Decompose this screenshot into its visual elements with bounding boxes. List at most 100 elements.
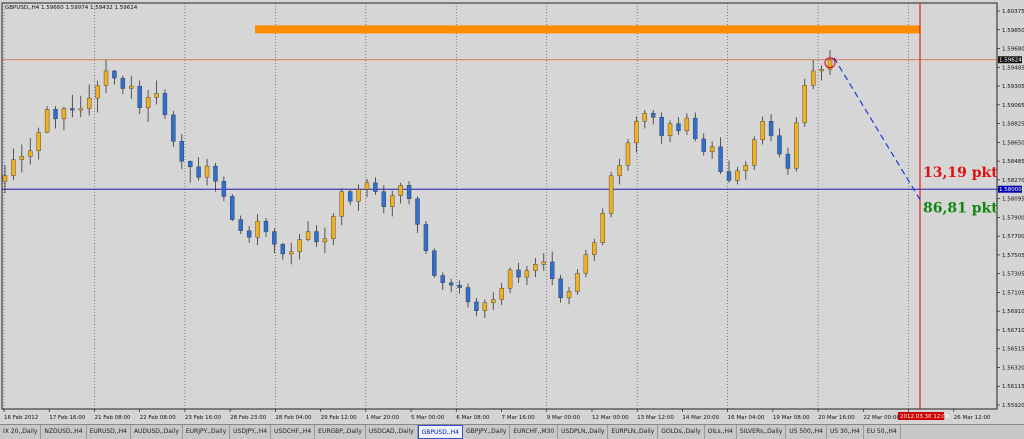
label-green: 86,81 pkt bbox=[923, 201, 998, 217]
chart-header-info: GBPUSD,,H4 1.59660 1.59974 1.59432 1.596… bbox=[5, 5, 138, 11]
candle-body bbox=[171, 114, 176, 142]
y-tick-label: 1.56115 bbox=[1002, 384, 1024, 390]
x-tick-label: 22 Mar 00:00 bbox=[863, 415, 900, 421]
candle-body bbox=[137, 85, 142, 108]
candle-body bbox=[794, 122, 799, 169]
candle-body bbox=[196, 166, 201, 178]
chart-tab[interactable]: USDJPY,,H4 bbox=[230, 425, 272, 439]
x-tick-label: 6 Mar 08:00 bbox=[456, 415, 490, 421]
x-tick-label: 16 Feb 2012 bbox=[4, 415, 38, 421]
candle-body bbox=[314, 231, 319, 243]
x-tick-label: 21 Feb 08:00 bbox=[94, 415, 131, 421]
candle-body bbox=[322, 238, 328, 243]
chart-tab[interactable]: EU 50,,H4 bbox=[864, 425, 901, 439]
y-tick-label: 1.58650 bbox=[1002, 140, 1024, 146]
candle-body bbox=[103, 70, 109, 86]
candle-body bbox=[524, 270, 530, 278]
chart-tab[interactable]: USDCAD,,Daily bbox=[366, 425, 418, 439]
candle-body bbox=[482, 302, 488, 311]
candle-body bbox=[642, 113, 647, 122]
candle-body bbox=[566, 291, 572, 299]
candle-body bbox=[583, 254, 589, 274]
candle-body bbox=[819, 69, 824, 72]
candle-body bbox=[339, 191, 344, 217]
x-tick-label: 7 Mar 16:00 bbox=[502, 415, 536, 421]
candle-body bbox=[709, 146, 715, 152]
candle-body bbox=[617, 165, 622, 176]
chart-tab[interactable]: EURGBP,,Daily bbox=[315, 425, 366, 439]
candle-body bbox=[129, 85, 134, 89]
y-tick-label: 1.56910 bbox=[1002, 309, 1024, 315]
candle-body bbox=[608, 175, 614, 214]
candle-body bbox=[289, 251, 294, 255]
candle-body bbox=[179, 141, 184, 162]
x-tick-label: 16 Mar 04:00 bbox=[728, 415, 765, 421]
candle-body bbox=[516, 269, 521, 278]
candle-body bbox=[44, 109, 50, 133]
x-tick-label: 17 Feb 16:00 bbox=[49, 415, 86, 421]
candle-body bbox=[507, 269, 513, 289]
candle-body bbox=[592, 242, 597, 255]
x-tick-label: 9 Mar 00:00 bbox=[547, 415, 581, 421]
candle-body bbox=[221, 181, 227, 197]
y-tick-label: 1.58485 bbox=[1002, 159, 1024, 165]
x-tick-label: 14 Mar 20:00 bbox=[682, 415, 719, 421]
candle-body bbox=[541, 261, 546, 265]
y-tick-label: 1.57305 bbox=[1002, 272, 1024, 278]
chart-tab[interactable]: EURJPY,,Daily bbox=[183, 425, 231, 439]
y-tick-label: 1.55920 bbox=[1002, 403, 1024, 409]
x-tick-label: 5 Mar 00:00 bbox=[411, 415, 445, 421]
trading-terminal: 16 Feb 2012 17 Feb 16:00 21 Feb 08:00 22 Fe… bbox=[0, 0, 1024, 439]
chart-tab[interactable]: OILs,,H4 bbox=[705, 425, 737, 439]
candle-body bbox=[272, 231, 277, 245]
candle-body bbox=[575, 272, 580, 292]
candle-body bbox=[693, 117, 698, 140]
candle-body bbox=[70, 108, 75, 111]
candle-body bbox=[305, 231, 311, 240]
candle-body bbox=[777, 135, 782, 155]
chart-tab[interactable]: USDCHF,,H4 bbox=[271, 425, 316, 439]
chart-tab[interactable]: US 30,,H4 bbox=[827, 425, 864, 439]
candle-body bbox=[204, 165, 210, 178]
y-tick-label: 1.58825 bbox=[1002, 122, 1024, 128]
chart-tab[interactable]: GBPUSD,,H4 bbox=[417, 425, 463, 439]
candle-body bbox=[381, 191, 387, 207]
chart-tab[interactable]: EURCHF,,M30 bbox=[510, 425, 559, 439]
x-tick-label: 22 Feb 08:00 bbox=[140, 415, 177, 421]
candle-body bbox=[726, 171, 732, 181]
current-price-tag: 1.59624 bbox=[999, 58, 1022, 64]
x-tick-label: 1 Mar 20:00 bbox=[366, 415, 400, 421]
candle-body bbox=[718, 146, 723, 172]
candle-body bbox=[154, 93, 159, 98]
y-tick-label: 1.59065 bbox=[1002, 103, 1024, 109]
candle-body bbox=[651, 113, 656, 118]
candle-body bbox=[331, 216, 336, 239]
chart-tab[interactable]: SILVERs,,Daily bbox=[737, 425, 787, 439]
chart-tab[interactable]: EURPLN,,Daily bbox=[608, 425, 659, 439]
candle-body bbox=[634, 121, 639, 144]
candle-body bbox=[162, 93, 168, 116]
candle-body bbox=[457, 284, 462, 288]
candle-body bbox=[246, 230, 252, 238]
candle-body bbox=[53, 109, 58, 120]
y-tick-label: 1.59850 bbox=[1002, 28, 1024, 34]
candle-body bbox=[406, 185, 412, 200]
chart-tab[interactable]: NZDUSD,,H4 bbox=[41, 425, 87, 439]
candle-body bbox=[533, 264, 538, 271]
price-chart[interactable]: 16 Feb 2012 17 Feb 16:00 21 Feb 08:00 22 Fe… bbox=[0, 0, 1024, 424]
candle-body bbox=[701, 138, 706, 152]
chart-tab[interactable]: AUDUSD,,Daily bbox=[131, 425, 183, 439]
x-tick-label: 23 Feb 16:00 bbox=[185, 415, 222, 421]
chart-tab[interactable]: USDPLN,,Daily bbox=[558, 425, 609, 439]
chart-tab[interactable]: GBPJPY,,Daily bbox=[463, 425, 511, 439]
chart-tab[interactable]: EURUSD,,H4 bbox=[87, 425, 131, 439]
candle-body bbox=[810, 70, 816, 86]
y-tick-label: 1.58270 bbox=[1002, 178, 1024, 184]
chart-tab[interactable]: US 500,,H4 bbox=[786, 425, 827, 439]
chart-tab[interactable]: IX 20,,Daily bbox=[0, 425, 42, 439]
candle-body bbox=[735, 170, 740, 181]
candle-body bbox=[230, 196, 235, 220]
candle-body bbox=[78, 108, 83, 111]
candle-body bbox=[373, 182, 378, 192]
chart-tab[interactable]: GOLDs,,Daily bbox=[658, 425, 705, 439]
